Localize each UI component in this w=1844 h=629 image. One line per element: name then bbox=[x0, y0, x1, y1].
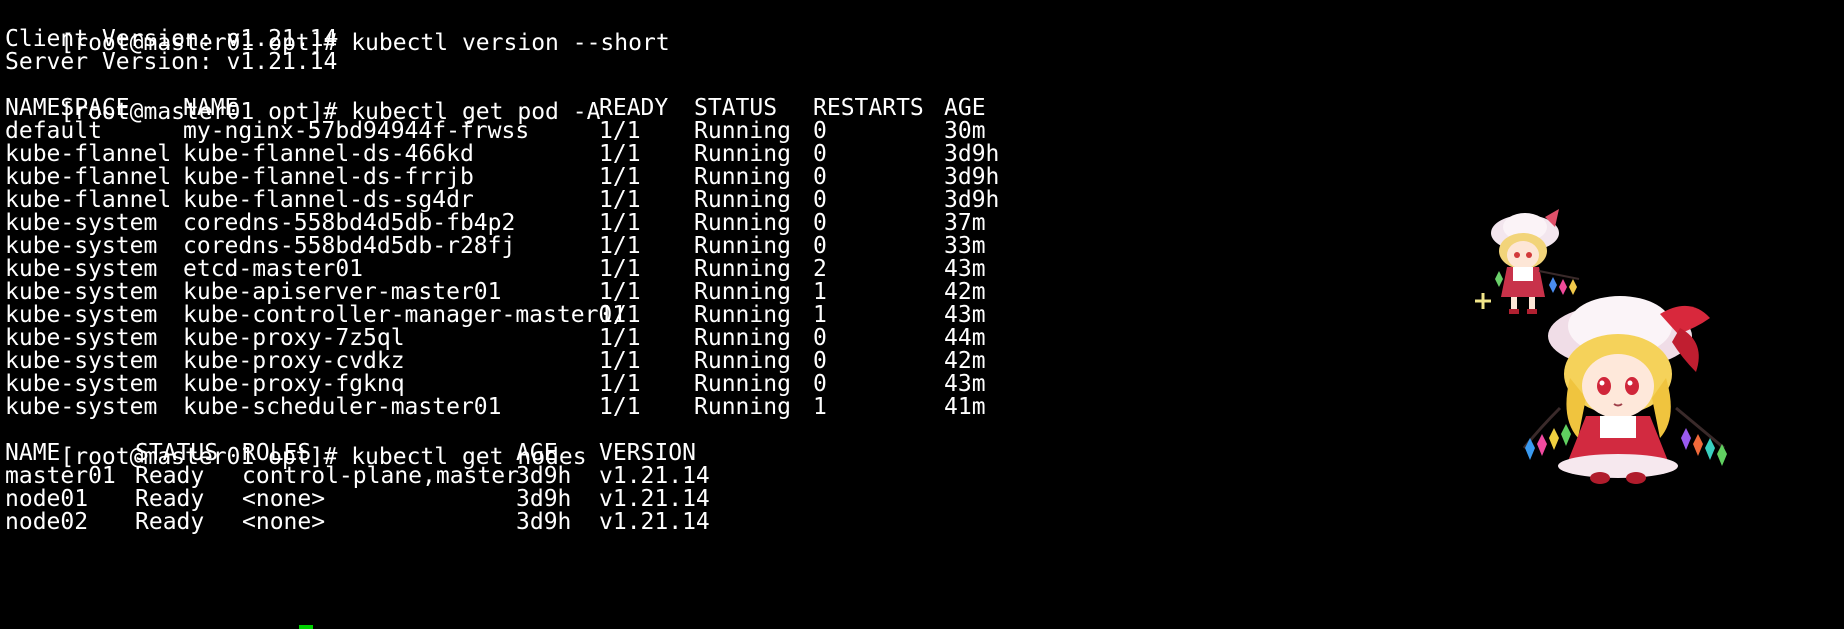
node-version: v1.21.14 bbox=[599, 509, 710, 535]
pod-restarts: 1 bbox=[813, 394, 827, 420]
node-status: Ready bbox=[135, 509, 205, 535]
pod-age: 41m bbox=[944, 394, 986, 420]
node-age: 3d9h bbox=[516, 509, 572, 535]
pod-status: Running bbox=[694, 394, 791, 420]
pod-ready: 1/1 bbox=[599, 394, 641, 420]
pods-col-header: RESTARTS bbox=[813, 95, 924, 121]
command-text: kubectl version --short bbox=[351, 30, 670, 56]
node-roles: <none> bbox=[242, 509, 326, 535]
node-name: node02 bbox=[5, 509, 89, 535]
nodes-table-row: node02 Ready <none> 3d9h v1.21.14 bbox=[5, 509, 710, 536]
large-mascot-sprite bbox=[1522, 296, 1727, 484]
terminal-cursor bbox=[299, 625, 313, 629]
terminal-window[interactable]: [root@master01 opt]# kubectl version --s… bbox=[0, 0, 1844, 629]
